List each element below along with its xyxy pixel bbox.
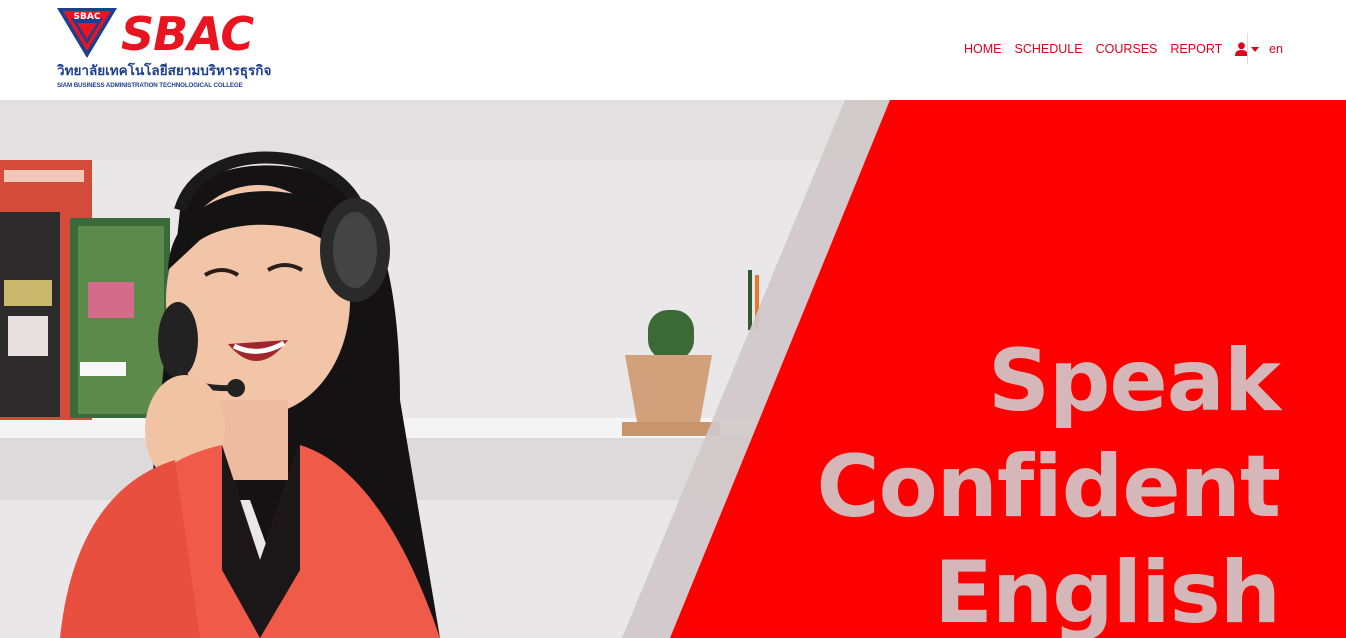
logo-thai-name: วิทยาลัยเทคโนโลยีสยามบริหารธุรกิจ [57, 63, 272, 79]
nav-schedule-link[interactable]: SCHEDULE [1015, 40, 1083, 58]
main-nav: HOME SCHEDULE COURSES REPORT [964, 40, 1271, 58]
site-logo[interactable]: SBAC SBAC วิทยาลัยเทคโนโลยีสยามบริหารธุร… [57, 7, 272, 92]
logo-english-name: SIAM BUSINESS ADMINISTRATION TECHNOLOGIC… [57, 82, 243, 89]
nav-report-link[interactable]: REPORT [1170, 40, 1222, 58]
logo-triangle-icon: SBAC [57, 8, 117, 58]
site-header: SBAC SBAC วิทยาลัยเทคโนโลยีสยามบริหารธุร… [0, 0, 1346, 100]
plant-pot [625, 355, 712, 422]
chevron-down-icon [1251, 46, 1260, 52]
language-switcher[interactable]: en [1269, 40, 1283, 58]
nav-divider [1247, 33, 1248, 64]
headline-line: Speak [987, 331, 1281, 431]
nav-courses-link[interactable]: COURSES [1096, 40, 1158, 58]
cactus [648, 310, 694, 360]
logo-wordmark: SBAC [121, 7, 254, 61]
hero-banner: Speak Confident English [0, 100, 1346, 638]
nav-home-link[interactable]: HOME [964, 40, 1002, 58]
headline-line: Confident [816, 437, 1281, 537]
logo-mark-text: SBAC [74, 12, 101, 22]
hero-headline: Speak Confident English [816, 328, 1281, 638]
headline-line: English [934, 543, 1281, 638]
